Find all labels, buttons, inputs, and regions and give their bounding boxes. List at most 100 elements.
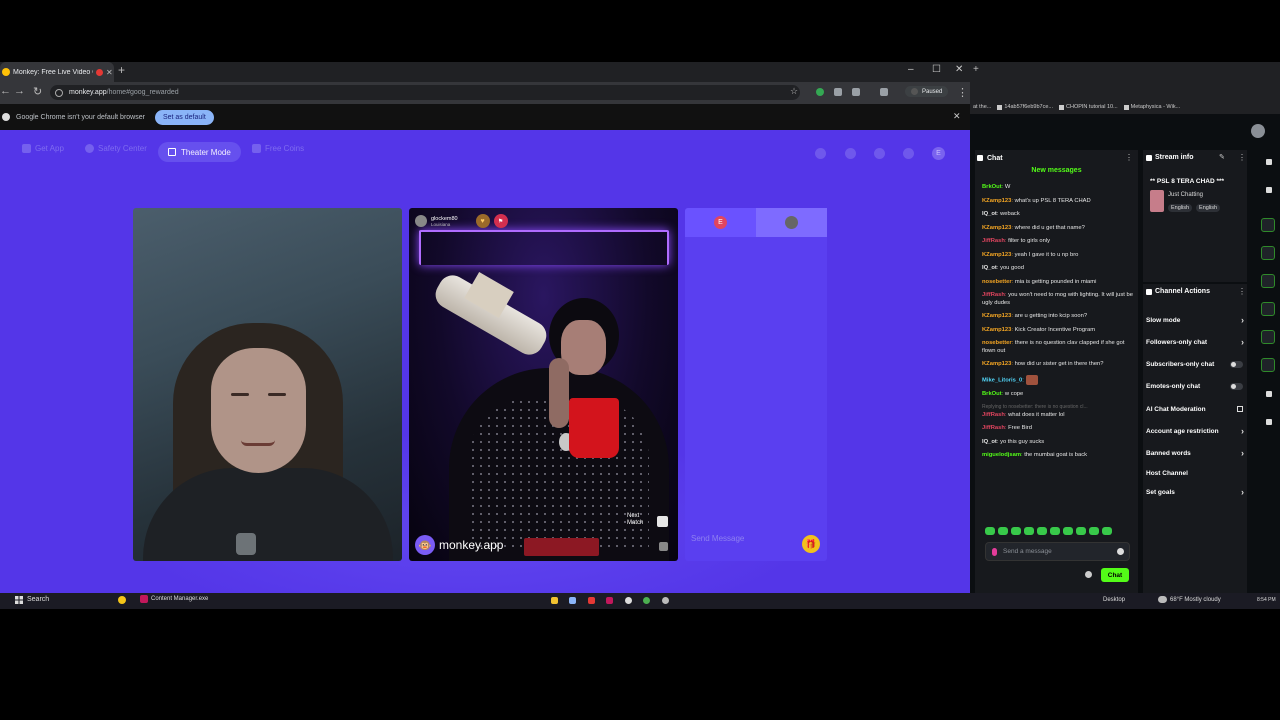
- tool-icon[interactable]: [1261, 218, 1275, 232]
- channel-action-row[interactable]: Account age restriction ›: [1146, 425, 1246, 437]
- pen-icon[interactable]: [1261, 182, 1275, 196]
- extensions-puzzle-icon[interactable]: [852, 88, 860, 96]
- chat-tab-user[interactable]: E: [685, 208, 756, 237]
- taskbar-desktop[interactable]: Desktop: [1103, 597, 1125, 603]
- taskbar-weather[interactable]: 68°F Mostly cloudy: [1158, 596, 1221, 603]
- send-message-input[interactable]: Send Message: [691, 534, 744, 543]
- get-app-link[interactable]: Get App: [22, 144, 64, 153]
- channel-action-row[interactable]: Slow mode ›: [1146, 314, 1246, 326]
- taskbar-app-content-manager[interactable]: Content Manager.exe: [140, 595, 208, 603]
- coin-icon[interactable]: [845, 148, 856, 159]
- chat-username[interactable]: Mike_Litoris_0: [982, 377, 1022, 383]
- chat-username[interactable]: KZamp123: [982, 327, 1011, 333]
- chat-username[interactable]: miguelodjsam: [982, 452, 1021, 458]
- emote-icon[interactable]: [1024, 527, 1034, 535]
- emote-icon[interactable]: [1063, 527, 1073, 535]
- reload-button[interactable]: ↻: [33, 85, 42, 98]
- emote-icon[interactable]: [1076, 527, 1086, 535]
- chevron-right-icon[interactable]: ›: [1241, 315, 1246, 325]
- file-explorer-icon[interactable]: [551, 597, 558, 604]
- chat-username[interactable]: BrkOut: [982, 391, 1002, 397]
- emote-icon[interactable]: [985, 527, 995, 535]
- like-icon[interactable]: ♥: [475, 214, 490, 228]
- taskbar-app-icon[interactable]: [588, 597, 595, 604]
- extension-icon[interactable]: [816, 88, 824, 96]
- chevron-right-icon[interactable]: ›: [1241, 426, 1246, 436]
- taskbar-search[interactable]: Search: [27, 596, 49, 603]
- chat-username[interactable]: KZamp123: [982, 252, 1011, 258]
- tab-close-icon[interactable]: ✕: [106, 68, 113, 77]
- free-coins-link[interactable]: Free Coins: [252, 144, 304, 153]
- theater-mode-button[interactable]: Theater Mode: [158, 142, 241, 162]
- chat-username[interactable]: BrkOut: [982, 184, 1002, 190]
- chrome-taskbar-icon[interactable]: [643, 597, 650, 604]
- chat-tab-globe[interactable]: [756, 208, 827, 237]
- tool-icon[interactable]: [1261, 330, 1275, 344]
- windows-start-icon[interactable]: [15, 596, 23, 604]
- sidepanel-icon[interactable]: [880, 88, 888, 96]
- new-tab-button[interactable]: +: [118, 63, 125, 77]
- channel-actions-more-icon[interactable]: ⋮: [1238, 287, 1246, 296]
- chat-username[interactable]: IQ_ot: [982, 439, 997, 445]
- fullscreen-icon[interactable]: [659, 542, 668, 551]
- site-info-icon[interactable]: [55, 88, 63, 97]
- settings-icon[interactable]: [1261, 414, 1275, 428]
- history-icon[interactable]: [874, 148, 885, 159]
- channel-action-row[interactable]: Banned words ›: [1146, 447, 1246, 459]
- chevron-right-icon[interactable]: ›: [1241, 337, 1246, 347]
- minimize-button[interactable]: –: [908, 64, 914, 75]
- taskbar-app-icon[interactable]: [625, 597, 632, 604]
- channel-action-row[interactable]: Set goals ›: [1146, 486, 1246, 498]
- safety-center-link[interactable]: Safety Center: [85, 144, 147, 153]
- emote-icon[interactable]: [1011, 527, 1021, 535]
- chat-send-button[interactable]: Chat: [1101, 568, 1129, 582]
- tool-icon[interactable]: [1261, 302, 1275, 316]
- new-messages-banner[interactable]: New messages: [975, 167, 1138, 174]
- profile-paused-button[interactable]: Paused: [905, 86, 949, 97]
- toggle-switch[interactable]: [1230, 382, 1243, 390]
- emote-icon[interactable]: [1050, 527, 1060, 535]
- kick-user-avatar[interactable]: [1251, 124, 1265, 138]
- external-link-icon[interactable]: [1237, 406, 1243, 412]
- chat-username[interactable]: KZamp123: [982, 198, 1011, 204]
- search-icon[interactable]: [815, 148, 826, 159]
- profile-avatar[interactable]: E: [932, 147, 945, 160]
- notifications-icon[interactable]: [903, 148, 914, 159]
- extension-icon[interactable]: [834, 88, 842, 96]
- chat-username[interactable]: KZamp123: [982, 361, 1011, 367]
- emoji-icon[interactable]: [1117, 548, 1124, 555]
- channel-action-row[interactable]: Emotes-only chat: [1146, 380, 1246, 392]
- chrome-menu-icon[interactable]: ⋮: [957, 86, 968, 99]
- taskbar-app-icon[interactable]: [662, 597, 669, 604]
- address-bar[interactable]: monkey.app/home#goog_rewarded: [50, 85, 800, 100]
- chat-username[interactable]: JiffRash: [982, 292, 1005, 298]
- info-icon[interactable]: [1261, 154, 1275, 168]
- maximize-button[interactable]: ☐: [932, 64, 941, 75]
- chat-settings-gear-icon[interactable]: [1085, 571, 1092, 578]
- tool-icon[interactable]: [1261, 274, 1275, 288]
- kick-send-message-input[interactable]: Send a message: [985, 542, 1130, 561]
- browser-tab-monkey[interactable]: Monkey: Free Live Video Ch ✕: [0, 62, 114, 82]
- channel-action-row[interactable]: Subscribers-only chat: [1146, 358, 1246, 370]
- chat-username[interactable]: JiffRash: [982, 238, 1005, 244]
- bookmark-item[interactable]: Metaphysica - Wik...: [1123, 104, 1180, 110]
- edit-icon[interactable]: ✎: [1219, 153, 1225, 161]
- new-tab-button[interactable]: +: [973, 64, 979, 75]
- next-match-button[interactable]: [657, 516, 668, 527]
- bookmark-item[interactable]: at the...: [973, 104, 991, 110]
- chevron-right-icon[interactable]: ›: [1241, 448, 1246, 458]
- taskbar-app-icon[interactable]: [606, 597, 613, 604]
- chat-username[interactable]: JiffRash: [982, 412, 1005, 418]
- emote-icon[interactable]: [1037, 527, 1047, 535]
- gift-icon[interactable]: 🎁: [802, 535, 820, 553]
- report-icon[interactable]: ⚑: [493, 214, 508, 228]
- emote-icon[interactable]: [998, 527, 1008, 535]
- chat-username[interactable]: IQ_ot: [982, 265, 997, 271]
- tool-icon[interactable]: [1261, 358, 1275, 372]
- bookmark-item[interactable]: CHOPIN tutorial 10...: [1059, 104, 1118, 110]
- chat-username[interactable]: nosebetter: [982, 279, 1012, 285]
- taskbar-app-icon[interactable]: [569, 597, 576, 604]
- channel-action-row[interactable]: AI Chat Moderation: [1146, 403, 1246, 415]
- chevron-right-icon[interactable]: ›: [1241, 487, 1246, 497]
- close-window-button[interactable]: ✕: [955, 64, 963, 75]
